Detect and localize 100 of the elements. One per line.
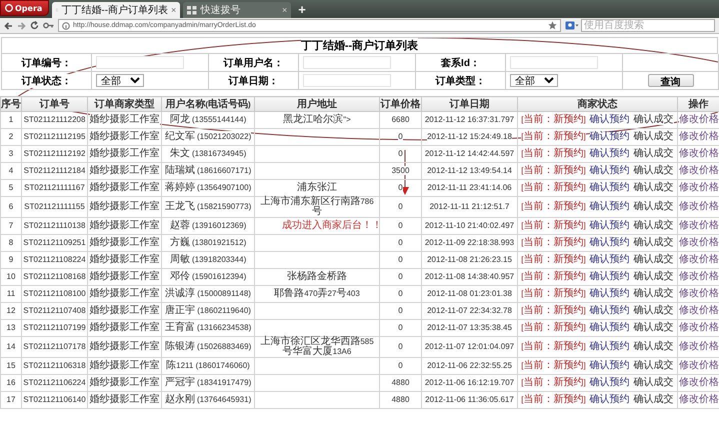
search-engine-icon[interactable] [565,21,579,30]
confirm-deal-link[interactable]: 确认成交 [634,395,674,405]
star-icon[interactable] [548,21,557,30]
new-tab-button[interactable]: + [294,2,310,18]
confirm-deal-link[interactable]: 确认成交 [634,115,674,125]
row-number: 16 [6,378,16,387]
edit-price-link[interactable]: 修改价格 [679,288,719,299]
confirm-booking-link[interactable]: 确认预约 [590,255,630,265]
merchant-type: 婚纱摄影工作室 [90,305,160,316]
order-price: 0 [398,361,403,370]
browser-tab[interactable]: 丁丁结婚--商户订单列表 × [52,2,180,18]
order-number: ST021121108168 [23,272,86,281]
edit-price-link[interactable]: 修改价格 [679,148,719,159]
status-label: [当前：新预约] [521,149,586,159]
confirm-booking-link[interactable]: 确认预约 [590,166,630,176]
customer-address: 浦东张江 [297,182,337,193]
edit-price-link[interactable]: 修改价格 [679,322,719,333]
edit-price-link[interactable]: 修改价格 [679,305,719,316]
filter-input[interactable] [510,56,598,69]
edit-price-link[interactable]: 修改价格 [679,377,719,388]
confirm-booking-link[interactable]: 确认预约 [590,272,630,282]
order-number: ST021121112184 [24,166,86,175]
status-label: [当前：新预约] [521,221,586,231]
row-number: 1 [8,115,14,124]
order-price: 0 [398,255,403,264]
confirm-deal-link[interactable]: 确认成交 [634,221,674,231]
confirm-deal-link[interactable]: 确认成交 [634,306,674,316]
order-date: 2012-11-07 12:01:04.097 [424,342,514,351]
customer-name: 赵永刚 (13764645931) [164,394,252,405]
edit-price-link[interactable]: 修改价格 [679,165,719,176]
confirm-deal-link[interactable]: 确认成交 [634,342,674,352]
confirm-booking-link[interactable]: 确认预约 [590,149,630,159]
confirm-booking-link[interactable]: 确认预约 [590,183,630,193]
merchant-type: 婚纱摄影工作室 [90,254,160,265]
confirm-deal-link[interactable]: 确认成交 [634,166,674,176]
confirm-booking-link[interactable]: 确认预约 [590,342,630,352]
back-icon[interactable] [4,22,13,30]
confirm-booking-link[interactable]: 确认预约 [590,115,630,125]
edit-price-link[interactable]: 修改价格 [679,271,719,282]
column-header: 订单商家类型 [88,96,162,112]
merchant-type: 婚纱摄影工作室 [90,271,160,282]
confirm-deal-link[interactable]: 确认成交 [634,149,674,159]
confirm-deal-link[interactable]: 确认成交 [634,255,674,265]
confirm-booking-link[interactable]: 确认预约 [590,323,630,333]
confirm-booking-link[interactable]: 确认预约 [590,221,630,231]
confirm-deal-link[interactable]: 确认成交 [634,289,674,299]
confirm-booking-link[interactable]: 确认预约 [590,306,630,316]
merchant-type: 婚纱摄影工作室 [90,341,160,352]
query-button[interactable]: 查询 [648,74,694,87]
filter-dropdown[interactable]: 全部 [510,74,558,87]
order-number: ST021121111167 [24,183,85,192]
filter-input[interactable] [303,56,391,69]
reload-icon[interactable] [30,21,39,30]
merchant-type: 婚纱摄影工作室 [90,288,160,299]
order-date: 2012-11-11 21:12:51.7 [430,202,510,211]
browser-tab[interactable]: 快速拨号 × [183,2,292,18]
confirm-deal-link[interactable]: 确认成交 [634,202,674,212]
confirm-deal-link[interactable]: 确认成交 [634,272,674,282]
status-label: [当前：新预约] [521,202,586,212]
opera-menu-button[interactable]: Opera [0,0,50,16]
confirm-deal-link[interactable]: 确认成交 [634,183,674,193]
order-number: ST021121112195 [24,132,86,141]
forward-icon[interactable] [17,22,26,30]
close-tab-button[interactable]: × [171,5,176,15]
customer-name: 王育富 (13166234538) [164,322,252,333]
confirm-booking-link[interactable]: 确认预约 [590,132,630,142]
filter-dropdown[interactable]: 全部 [96,74,144,87]
confirm-deal-link[interactable]: 确认成交 [634,238,674,248]
confirm-booking-link[interactable]: 确认预约 [590,238,630,248]
filter-input[interactable] [96,56,184,69]
edit-price-link[interactable]: 修改价格 [679,360,719,371]
edit-price-link[interactable]: 修改价格 [679,114,719,125]
edit-price-link[interactable]: 修改价格 [679,394,719,405]
column-header: 订单号 [22,96,88,112]
edit-price-link[interactable]: 修改价格 [679,237,719,248]
edit-price-link[interactable]: 修改价格 [679,131,719,142]
edit-price-link[interactable]: 修改价格 [679,201,719,212]
confirm-deal-link[interactable]: 确认成交 [634,323,674,333]
confirm-booking-link[interactable]: 确认预约 [590,202,630,212]
order-price: 0 [398,342,403,351]
key-icon[interactable] [43,22,54,29]
edit-price-link[interactable]: 修改价格 [679,182,719,193]
confirm-deal-link[interactable]: 确认成交 [634,361,674,371]
confirm-booking-link[interactable]: 确认预约 [590,361,630,371]
customer-name: 赵蓉 (13916012369) [170,220,246,231]
opera-logo-icon[interactable] [5,4,13,12]
order-number: ST021121111155 [24,202,85,211]
edit-price-link[interactable]: 修改价格 [679,220,719,231]
status-label: [当前：新预约] [521,183,586,193]
confirm-deal-link[interactable]: 确认成交 [634,378,674,388]
confirm-booking-link[interactable]: 确认预约 [590,289,630,299]
edit-price-link[interactable]: 修改价格 [679,341,719,352]
confirm-deal-link[interactable]: 确认成交 [634,132,674,142]
filter-input[interactable] [303,74,391,87]
confirm-booking-link[interactable]: 确认预约 [590,378,630,388]
column-header: 商家状态 [518,96,678,112]
grid-icon[interactable] [187,6,198,14]
info-icon[interactable] [62,22,70,30]
confirm-booking-link[interactable]: 确认预约 [590,395,630,405]
edit-price-link[interactable]: 修改价格 [679,254,719,265]
